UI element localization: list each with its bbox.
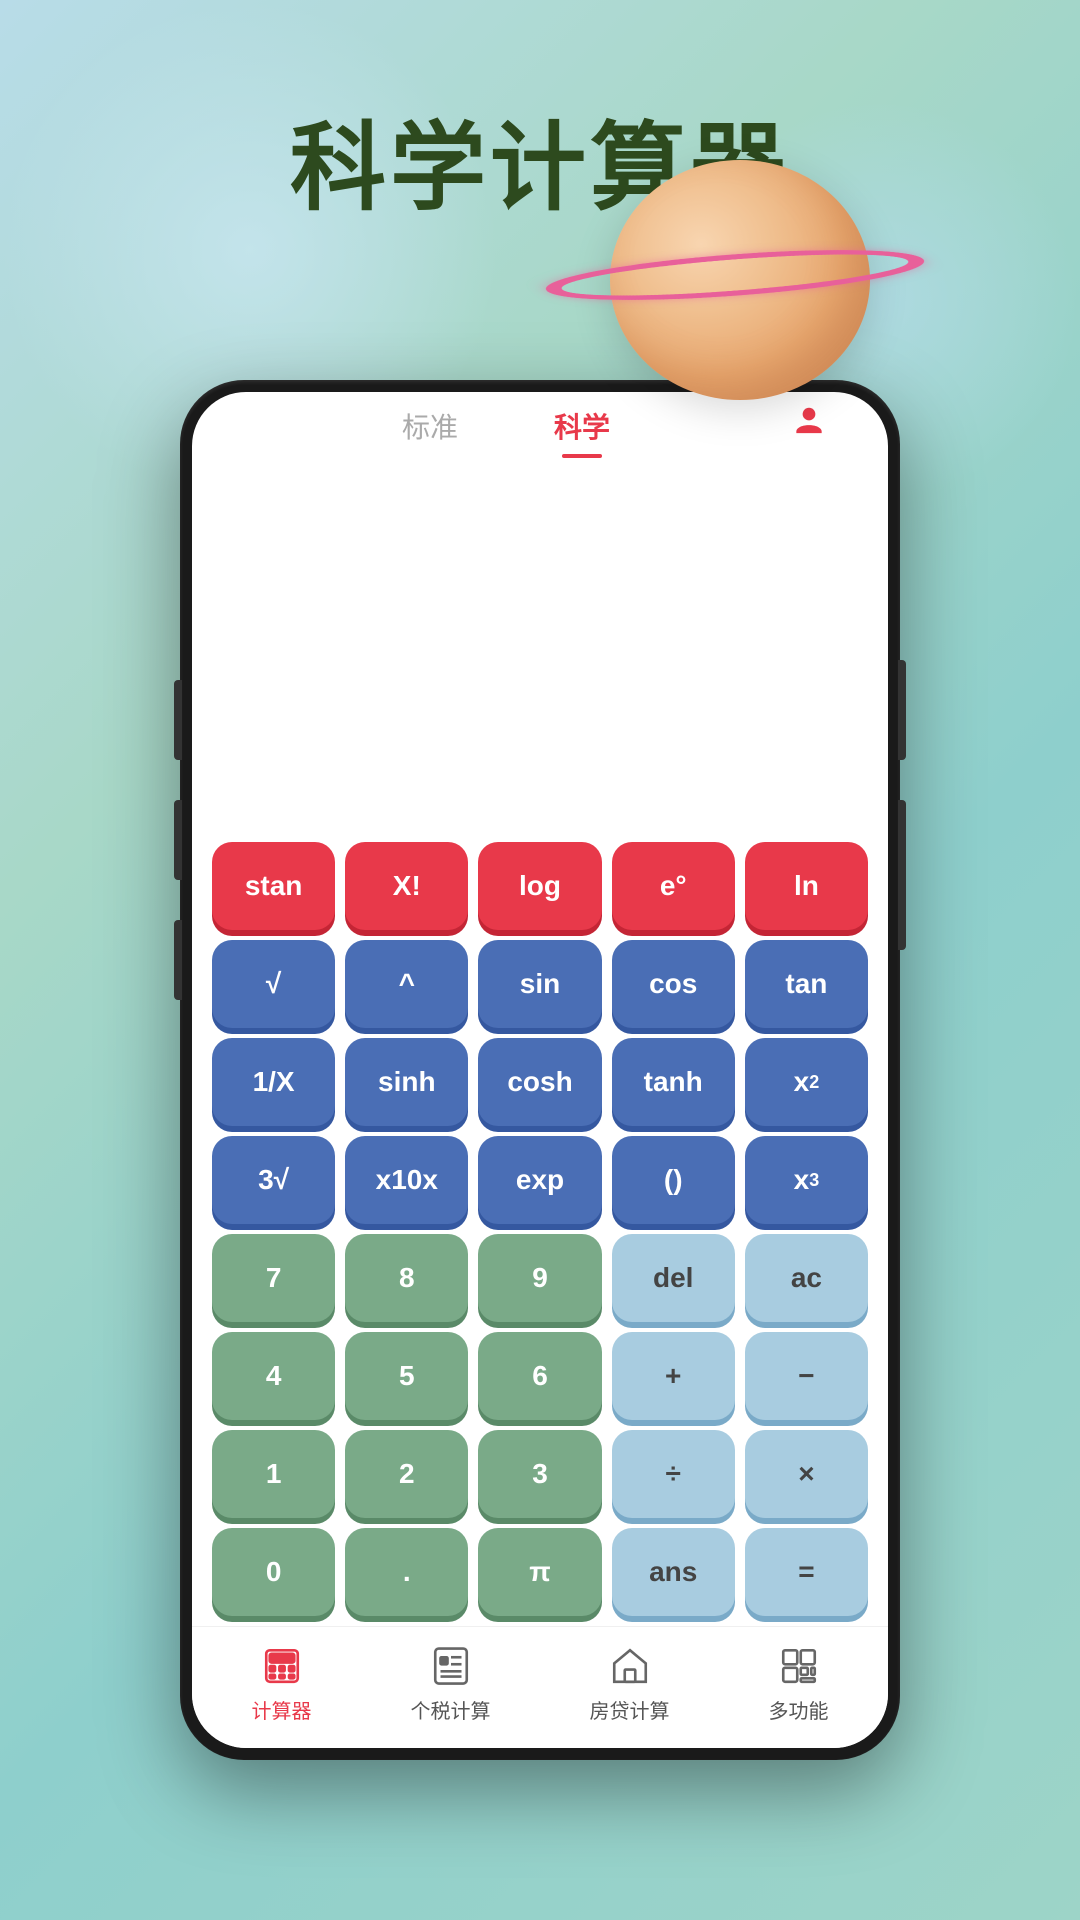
house-icon: [604, 1643, 656, 1689]
planet-decoration: [560, 130, 940, 450]
key-row-5: 7 8 9 del ac: [212, 1234, 868, 1322]
display-area: [192, 460, 888, 832]
tax-icon: [425, 1643, 477, 1689]
key-del[interactable]: del: [612, 1234, 735, 1322]
key-x10x[interactable]: x10x: [345, 1136, 468, 1224]
key-e-deg[interactable]: e°: [612, 842, 735, 930]
nav-calculator-label: 计算器: [252, 1695, 312, 1724]
key-pi[interactable]: π: [478, 1528, 601, 1616]
key-0[interactable]: 0: [212, 1528, 335, 1616]
grid-icon: [773, 1643, 825, 1689]
key-row-3: 1/X sinh cosh tanh x2: [212, 1038, 868, 1126]
key-x-cubed[interactable]: x3: [745, 1136, 868, 1224]
key-equals[interactable]: =: [745, 1528, 868, 1616]
key-sqrt[interactable]: √: [212, 940, 335, 1028]
key-reciprocal[interactable]: 1/X: [212, 1038, 335, 1126]
key-minus[interactable]: −: [745, 1332, 868, 1420]
key-row-1: stan X! log e° ln: [212, 842, 868, 930]
tab-standard[interactable]: 标准: [394, 402, 466, 450]
key-cos[interactable]: cos: [612, 940, 735, 1028]
key-power[interactable]: ^: [345, 940, 468, 1028]
key-row-7: 1 2 3 ÷ ×: [212, 1430, 868, 1518]
key-dot[interactable]: .: [345, 1528, 468, 1616]
nav-tax-label: 个税计算: [411, 1695, 491, 1724]
key-sinh[interactable]: sinh: [345, 1038, 468, 1126]
key-2[interactable]: 2: [345, 1430, 468, 1518]
key-tanh[interactable]: tanh: [612, 1038, 735, 1126]
nav-mortgage-label: 房贷计算: [590, 1695, 670, 1724]
key-cbrt[interactable]: 3√: [212, 1136, 335, 1224]
key-ac[interactable]: ac: [745, 1234, 868, 1322]
nav-mortgage[interactable]: 房贷计算: [590, 1643, 670, 1724]
key-log[interactable]: log: [478, 842, 601, 930]
key-row-4: 3√ x10x exp () x3: [212, 1136, 868, 1224]
key-row-6: 4 5 6 + −: [212, 1332, 868, 1420]
key-plus[interactable]: +: [612, 1332, 735, 1420]
key-divide[interactable]: ÷: [612, 1430, 735, 1518]
key-tan[interactable]: tan: [745, 940, 868, 1028]
keypad: stan X! log e° ln √ ^ sin cos tan 1/X si…: [192, 832, 888, 1626]
key-sin[interactable]: sin: [478, 940, 601, 1028]
key-9[interactable]: 9: [478, 1234, 601, 1322]
key-ans[interactable]: ans: [612, 1528, 735, 1616]
nav-tax[interactable]: 个税计算: [411, 1643, 491, 1724]
key-3[interactable]: 3: [478, 1430, 601, 1518]
key-exp[interactable]: exp: [478, 1136, 601, 1224]
key-7[interactable]: 7: [212, 1234, 335, 1322]
key-cosh[interactable]: cosh: [478, 1038, 601, 1126]
nav-calculator[interactable]: 计算器: [252, 1643, 312, 1724]
key-6[interactable]: 6: [478, 1332, 601, 1420]
key-1[interactable]: 1: [212, 1430, 335, 1518]
calculator-icon: [256, 1643, 308, 1689]
key-x-squared[interactable]: x2: [745, 1038, 868, 1126]
key-ln[interactable]: ln: [745, 842, 868, 930]
key-multiply[interactable]: ×: [745, 1430, 868, 1518]
key-row-8: 0 . π ans =: [212, 1528, 868, 1616]
key-4[interactable]: 4: [212, 1332, 335, 1420]
key-factorial[interactable]: X!: [345, 842, 468, 930]
key-8[interactable]: 8: [345, 1234, 468, 1322]
nav-multifunction-label: 多功能: [769, 1695, 829, 1724]
key-row-2: √ ^ sin cos tan: [212, 940, 868, 1028]
key-stan[interactable]: stan: [212, 842, 335, 930]
key-parens[interactable]: (): [612, 1136, 735, 1224]
phone-frame: 标准 科学 stan X! log e° ln: [180, 380, 900, 1760]
phone-screen: 标准 科学 stan X! log e° ln: [192, 392, 888, 1748]
nav-multifunction[interactable]: 多功能: [769, 1643, 829, 1724]
bottom-nav: 计算器 个税计算: [192, 1626, 888, 1748]
key-5[interactable]: 5: [345, 1332, 468, 1420]
